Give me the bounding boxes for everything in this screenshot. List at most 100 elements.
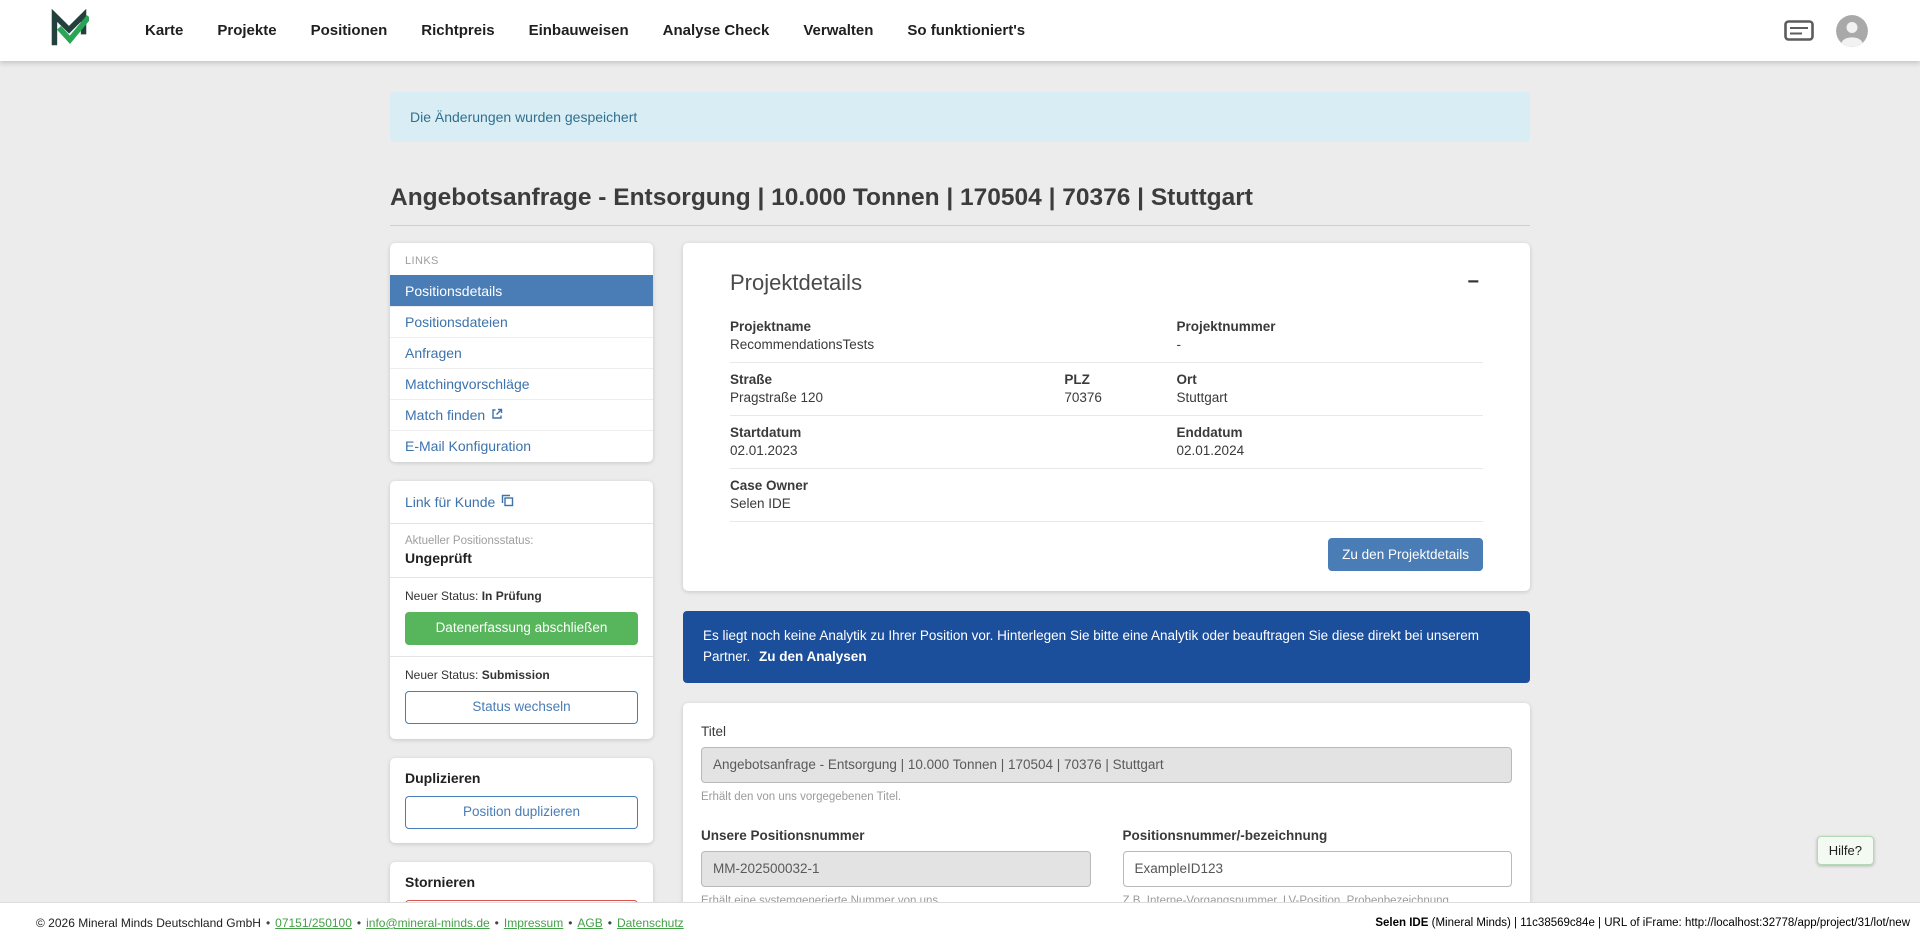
sidebar-item-positionsdateien[interactable]: Positionsdateien — [390, 306, 653, 337]
field-plz: PLZ 70376 — [1064, 372, 1176, 405]
duplicate-position-button[interactable]: Position duplizieren — [405, 796, 638, 829]
nav-item-verwalten[interactable]: Verwalten — [803, 22, 873, 39]
field-label: Case Owner — [730, 478, 1483, 493]
page-container: Die Änderungen wurden gespeichert Angebo… — [390, 92, 1530, 943]
project-row: Projektname RecommendationsTests Projekt… — [730, 310, 1483, 363]
next-status-label: Neuer Status: — [405, 589, 478, 603]
field-label: Projektname — [730, 319, 1177, 334]
customer-link-label: Link für Kunde — [405, 494, 495, 510]
footer: © 2026 Mineral Minds Deutschland GmbH • … — [0, 902, 1920, 943]
separator-dot: • — [568, 916, 572, 930]
app-viewport: Karte Projekte Positionen Richtpreis Ein… — [0, 0, 1920, 943]
field-ort: Ort Stuttgart — [1177, 372, 1483, 405]
nav-item-einbauweisen[interactable]: Einbauweisen — [529, 22, 629, 39]
position-number-input[interactable] — [1123, 851, 1513, 887]
position-form-card: Titel Erhält den von uns vorgegebenen Ti… — [683, 703, 1530, 931]
mineral-minds-logo[interactable] — [49, 7, 89, 54]
nav-item-so-funktionierts[interactable]: So funktioniert's — [907, 22, 1025, 39]
sidebar: LINKS Positionsdetails Positionsdateien … — [390, 243, 653, 943]
next-status-review-value: In Prüfung — [482, 589, 542, 603]
external-link-icon — [491, 407, 503, 423]
separator-dot: • — [357, 916, 361, 930]
field-projektname: Projektname RecommendationsTests — [730, 319, 1177, 352]
next-status-label: Neuer Status: — [405, 668, 478, 682]
field-value: 70376 — [1064, 390, 1176, 405]
sidebar-item-positionsdetails[interactable]: Positionsdetails — [390, 275, 653, 306]
field-value: Stuttgart — [1177, 390, 1483, 405]
position-number-field: Positionsnummer/-bezeichnung Z.B. Intern… — [1123, 828, 1513, 907]
server-icon[interactable] — [1784, 20, 1814, 41]
main-nav: Karte Projekte Positionen Richtpreis Ein… — [145, 22, 1784, 39]
duplicate-card: Duplizieren Position duplizieren — [390, 758, 653, 843]
status-card: Link für Kunde Aktueller Positionsstatus… — [390, 481, 653, 739]
footer-left: © 2026 Mineral Minds Deutschland GmbH • … — [36, 916, 684, 930]
separator-dot: • — [608, 916, 612, 930]
match-finden-label: Match finden — [405, 407, 485, 423]
field-value: 02.01.2024 — [1177, 443, 1483, 458]
field-label: Straße — [730, 372, 1064, 387]
nav-item-richtpreis[interactable]: Richtpreis — [421, 22, 494, 39]
duplicate-card-title: Duplizieren — [405, 770, 638, 786]
switch-status-button[interactable]: Status wechseln — [405, 691, 638, 724]
sidebar-item-matchingvorschlaege[interactable]: Matchingvorschläge — [390, 368, 653, 399]
project-row: Startdatum 02.01.2023 Enddatum 02.01.202… — [730, 416, 1483, 469]
footer-agb-link[interactable]: AGB — [577, 916, 602, 930]
project-details-header: Projektdetails − — [730, 270, 1483, 296]
nav-item-projekte[interactable]: Projekte — [217, 22, 276, 39]
field-enddatum: Enddatum 02.01.2024 — [1177, 425, 1483, 458]
sidebar-links-card: LINKS Positionsdetails Positionsdateien … — [390, 243, 653, 462]
user-avatar[interactable] — [1836, 15, 1868, 47]
copy-icon — [501, 494, 514, 510]
page-title: Angebotsanfrage - Entsorgung | 10.000 To… — [390, 184, 1530, 212]
next-status-review: Neuer Status: In Prüfung — [405, 589, 638, 603]
sidebar-item-email-konfiguration[interactable]: E-Mail Konfiguration — [390, 430, 653, 461]
nav-item-analyse-check[interactable]: Analyse Check — [663, 22, 770, 39]
field-projektnummer: Projektnummer - — [1177, 319, 1483, 352]
help-button[interactable]: Hilfe? — [1817, 836, 1874, 865]
our-position-number-input — [701, 851, 1091, 887]
field-startdatum: Startdatum 02.01.2023 — [730, 425, 1177, 458]
sidebar-item-match-finden[interactable]: Match finden — [390, 399, 653, 430]
logo-icon — [49, 7, 89, 54]
footer-user: Selen IDE — [1375, 917, 1428, 929]
field-label: Ort — [1177, 372, 1483, 387]
field-value: - — [1177, 337, 1483, 352]
to-project-details-button[interactable]: Zu den Projektdetails — [1328, 538, 1483, 571]
divider — [390, 656, 653, 657]
next-status-submission-value: Submission — [482, 668, 550, 682]
field-label: PLZ — [1064, 372, 1176, 387]
customer-link[interactable]: Link für Kunde — [405, 494, 514, 510]
title-divider — [390, 225, 1530, 226]
footer-copyright: © 2026 Mineral Minds Deutschland GmbH — [36, 916, 261, 930]
current-status-label: Aktueller Positionsstatus: — [405, 535, 638, 547]
field-strasse: Straße Pragstraße 120 — [730, 372, 1064, 405]
success-alert: Die Änderungen wurden gespeichert — [390, 92, 1530, 142]
to-analyses-link[interactable]: Zu den Analysen — [759, 649, 867, 664]
navbar-right — [1784, 15, 1868, 47]
footer-impressum-link[interactable]: Impressum — [504, 916, 563, 930]
footer-datenschutz-link[interactable]: Datenschutz — [617, 916, 684, 930]
links-header: LINKS — [390, 243, 653, 275]
field-value: Selen IDE — [730, 496, 1483, 511]
project-row: Straße Pragstraße 120 PLZ 70376 Ort Stut… — [730, 363, 1483, 416]
cancel-card-title: Stornieren — [405, 874, 638, 890]
footer-phone-link[interactable]: 07151/250100 — [275, 916, 352, 930]
collapse-icon[interactable]: − — [1463, 270, 1483, 294]
next-status-submission: Neuer Status: Submission — [405, 668, 638, 682]
title-input — [701, 747, 1512, 783]
project-row: Case Owner Selen IDE — [730, 469, 1483, 522]
nav-item-positionen[interactable]: Positionen — [311, 22, 388, 39]
nav-item-karte[interactable]: Karte — [145, 22, 183, 39]
top-navbar: Karte Projekte Positionen Richtpreis Ein… — [0, 0, 1920, 61]
footer-session-details: (Mineral Minds) | 11c38569c84e | URL of … — [1432, 917, 1910, 929]
title-field-label: Titel — [701, 724, 1512, 739]
divider — [390, 577, 653, 578]
project-details-title: Projektdetails — [730, 270, 862, 296]
analytics-banner: Es liegt noch keine Analytik zu Ihrer Po… — [683, 611, 1530, 683]
footer-email-link[interactable]: info@mineral-minds.de — [366, 916, 490, 930]
sidebar-item-anfragen[interactable]: Anfragen — [390, 337, 653, 368]
complete-data-entry-button[interactable]: Datenerfassung abschließen — [405, 612, 638, 645]
field-value: RecommendationsTests — [730, 337, 1177, 352]
field-label: Projektnummer — [1177, 319, 1483, 334]
separator-dot: • — [495, 916, 499, 930]
